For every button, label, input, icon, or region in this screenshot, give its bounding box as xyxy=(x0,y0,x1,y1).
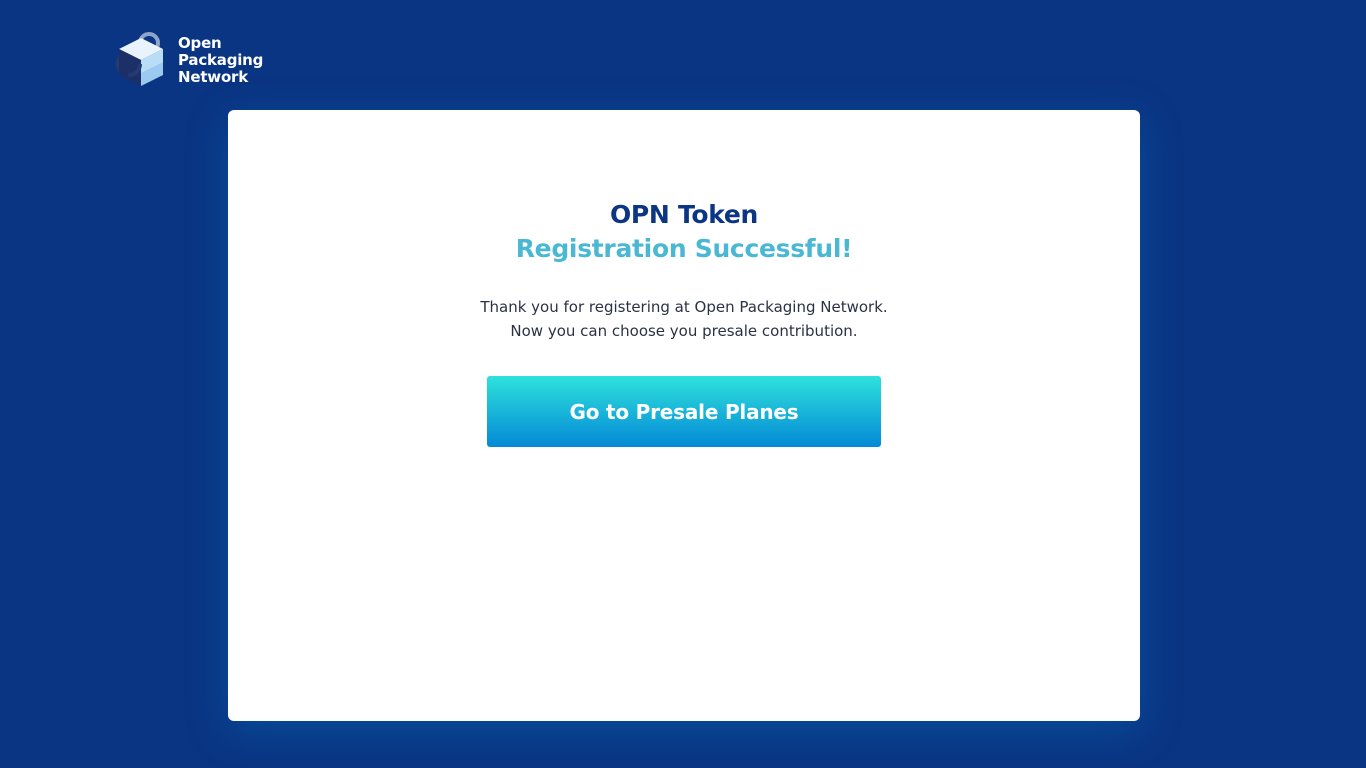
success-heading: Registration Successful! xyxy=(515,234,853,263)
brand-name: Open Packaging Network xyxy=(178,33,264,86)
brand-logo[interactable]: Open Packaging Network xyxy=(115,30,263,90)
brand-name-line: Open xyxy=(178,33,222,52)
brand-name-line: Network xyxy=(178,67,249,86)
brand-name-line: Packaging xyxy=(178,50,264,69)
registration-success-card: OPN Token Registration Successful! Thank… xyxy=(228,110,1140,721)
go-to-presale-button[interactable]: Go to Presale Planes xyxy=(487,376,881,447)
page-title: OPN Token xyxy=(609,200,759,229)
success-message: Thank you for registering at Open Packag… xyxy=(228,295,1140,343)
message-line: Now you can choose you presale contribut… xyxy=(510,322,858,340)
message-line: Thank you for registering at Open Packag… xyxy=(480,298,888,316)
opn-cube-logo-icon xyxy=(115,30,167,90)
